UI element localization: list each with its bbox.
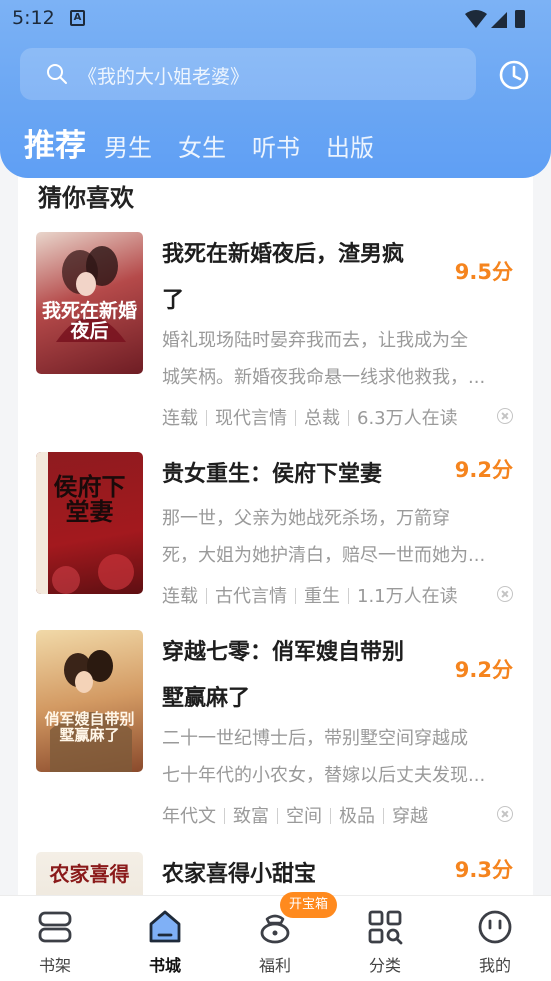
system-status-icons: [465, 10, 525, 28]
book-description: 二十一世纪博士后，带别墅空间穿越成 七十年代的小农女，替嫁以后丈夫发现...: [162, 728, 486, 786]
tab-recommend[interactable]: 推荐: [24, 120, 86, 165]
nav-label: 福利: [258, 956, 291, 975]
dismiss-icon[interactable]: [497, 806, 513, 822]
bottom-nav: 书架 书城 福利 分类 我的 开宝箱: [0, 892, 551, 981]
book-title[interactable]: 贵女重生：侯府下堂妻: [162, 452, 442, 498]
wifi-icon: [465, 10, 487, 28]
book-score: 9.2分: [454, 658, 513, 682]
book-score: 9.3分: [454, 858, 513, 882]
search-placeholder: 《我的大小姐老婆》: [78, 66, 250, 88]
book-tags: 连载 现代言情 总裁 6.3万人在读: [162, 408, 458, 429]
nav-bookstore[interactable]: 书城: [110, 896, 220, 981]
cover-title: 我死在新婚夜后: [42, 300, 138, 342]
profile-icon: [478, 910, 512, 944]
cover-title: 农家喜得: [49, 862, 130, 886]
cover-illustration: [50, 650, 132, 772]
book-description: 那一世，父亲为她战死杀场，万箭穿 死，大姐为她护清白，赔尽一世而她为...: [162, 508, 486, 566]
notification-icon: A: [70, 10, 85, 26]
nav-label: 我的: [478, 956, 511, 975]
category-icon: [368, 910, 403, 945]
nav-label: 书城: [148, 956, 181, 975]
dismiss-icon[interactable]: [497, 586, 513, 602]
header: 5:12 A 《我的大小姐老婆》 推荐 男生 女生 听书 出版: [0, 0, 551, 178]
history-clock-icon[interactable]: [497, 58, 531, 92]
tab-male[interactable]: 男生: [104, 128, 152, 163]
book-cover[interactable]: 侯府下堂妻: [36, 452, 143, 594]
nav-label: 书架: [38, 956, 71, 975]
search-icon: [47, 64, 67, 84]
book-tags: 连载 古代言情 重生 1.1万人在读: [162, 586, 458, 607]
cover-title: 俏军嫂自带别墅赢麻了: [44, 710, 135, 744]
section-title: 猜你喜欢: [38, 184, 134, 212]
book-cover[interactable]: 俏军嫂自带别墅赢麻了: [36, 630, 143, 772]
nav-category[interactable]: 分类: [330, 896, 440, 981]
tab-publishing[interactable]: 出版: [326, 128, 374, 163]
nav-bookshelf[interactable]: 书架: [0, 896, 110, 981]
book-description: 婚礼现场陆时晏弃我而去，让我成为全 城笑柄。新婚夜我命悬一线求他救我，...: [162, 330, 486, 388]
tab-audiobook[interactable]: 听书: [252, 128, 300, 163]
status-time: 5:12: [12, 7, 55, 29]
nav-profile[interactable]: 我的: [440, 896, 550, 981]
bookstore-icon: [149, 910, 181, 943]
book-title[interactable]: 我死在新婚夜后，渣男疯 了: [162, 232, 442, 324]
book-cover[interactable]: 我死在新婚夜后: [36, 232, 143, 374]
treasure-box-badge[interactable]: 开宝箱: [280, 892, 338, 918]
status-bar: 5:12 A: [0, 0, 551, 38]
book-title[interactable]: 穿越七零：俏军嫂自带别 墅赢麻了: [162, 630, 442, 722]
dismiss-icon[interactable]: [497, 408, 513, 424]
signal-icon: [491, 12, 507, 28]
search-bar[interactable]: 《我的大小姐老婆》: [20, 48, 476, 100]
book-tags: 年代文 致富 空间 极品 穿越: [162, 806, 428, 827]
cover-title: 侯府下堂妻: [53, 472, 126, 527]
bookshelf-icon: [38, 911, 72, 943]
book-score: 9.2分: [454, 458, 513, 482]
tab-female[interactable]: 女生: [178, 128, 226, 163]
nav-label: 分类: [368, 956, 401, 975]
battery-icon: [515, 10, 525, 28]
book-score: 9.5分: [454, 260, 513, 284]
recommend-card: 猜你喜欢 我死在新婚夜后 我死在新婚夜后，渣男疯 了 9.5分 婚礼现场陆时晏弃…: [18, 140, 533, 981]
